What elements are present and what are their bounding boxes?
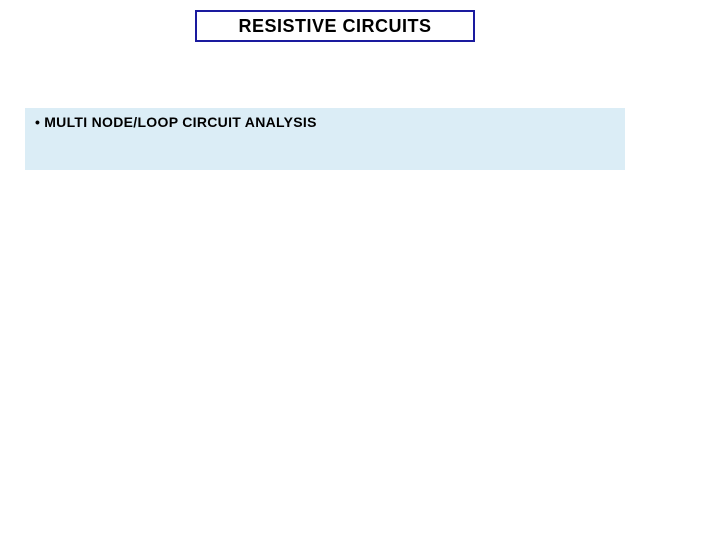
slide-title-box: RESISTIVE CIRCUITS <box>195 10 475 42</box>
bullet-marker: • <box>35 114 40 130</box>
slide-title: RESISTIVE CIRCUITS <box>238 16 431 37</box>
bullet-text: MULTI NODE/LOOP CIRCUIT ANALYSIS <box>44 114 317 130</box>
content-band: •MULTI NODE/LOOP CIRCUIT ANALYSIS <box>25 108 625 170</box>
bullet-item: •MULTI NODE/LOOP CIRCUIT ANALYSIS <box>35 114 615 130</box>
